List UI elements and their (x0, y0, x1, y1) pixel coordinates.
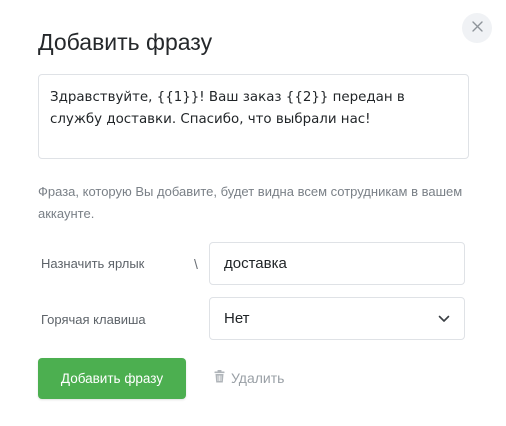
add-phrase-dialog: Добавить фразу Фраза, которую Вы добавит… (0, 0, 506, 426)
chevron-down-icon (438, 310, 450, 327)
label-prefix: \ (194, 256, 198, 272)
hint-text: Фраза, которую Вы добавите, будет видна … (38, 184, 463, 221)
close-icon (471, 19, 483, 37)
add-phrase-button[interactable]: Добавить фразу (38, 358, 186, 399)
delete-label: Удалить (231, 370, 285, 386)
dialog-title: Добавить фразу (38, 29, 213, 55)
phrase-textarea[interactable] (38, 74, 469, 159)
label-field-label: Назначить ярлык (41, 256, 145, 271)
hotkey-selected-value: Нет (224, 310, 250, 327)
delete-button[interactable]: Удалить (214, 370, 284, 386)
close-button[interactable] (462, 13, 492, 43)
trash-icon (214, 370, 225, 386)
hotkey-field-label: Горячая клавиша (41, 312, 146, 327)
label-input[interactable] (209, 242, 465, 285)
hotkey-select[interactable]: Нет (209, 297, 465, 340)
